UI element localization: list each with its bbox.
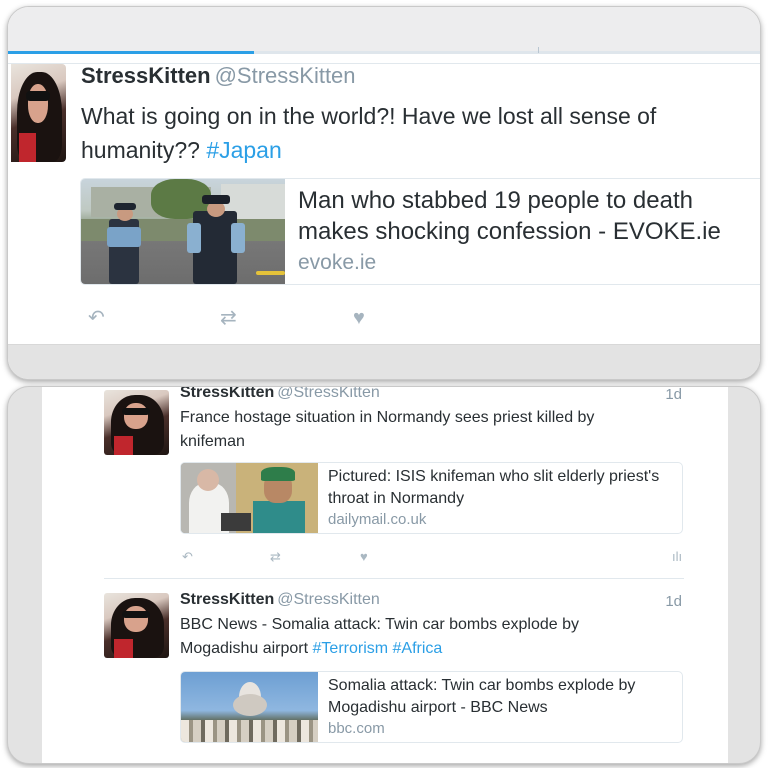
reply-icon[interactable]: ↶ bbox=[88, 307, 105, 329]
tweet-text: France hostage situation in Normandy see… bbox=[180, 409, 595, 450]
author-name[interactable]: StressKitten bbox=[81, 63, 211, 88]
card-title[interactable]: Pictured: ISIS knifeman who slit elderly… bbox=[328, 466, 673, 510]
tweet-author[interactable]: StressKitten @StressKitten bbox=[180, 591, 380, 609]
card-title-line-1[interactable]: Man who stabbed 19 people to death bbox=[298, 185, 760, 216]
tweet-author[interactable]: StressKitten @StressKitten bbox=[180, 387, 380, 402]
stats-icon[interactable]: ılı bbox=[672, 549, 682, 564]
panel-footer bbox=[8, 344, 760, 379]
card-title[interactable]: Man who stabbed 19 people to death makes… bbox=[298, 185, 760, 247]
card-title-line-2[interactable]: makes shocking confession - EVOKE.ie bbox=[298, 216, 760, 247]
avatar[interactable] bbox=[104, 593, 169, 658]
avatar[interactable] bbox=[11, 64, 66, 162]
top-screenshot-panel: StressKitten @StressKitten What is going … bbox=[7, 6, 761, 380]
tweet-text-body: What is going on in the world?! Have we … bbox=[81, 103, 657, 163]
tab-divider bbox=[538, 47, 539, 53]
bottom-screenshot-panel: StressKitten @StressKitten 1d France host… bbox=[7, 386, 761, 764]
tweet[interactable]: StressKitten @StressKitten 1d BBC News - … bbox=[42, 591, 728, 763]
tweet[interactable]: StressKitten @StressKitten 1d France host… bbox=[42, 387, 728, 577]
like-icon[interactable]: ♥ bbox=[360, 549, 368, 564]
link-card[interactable]: Somalia attack: Twin car bombs explode b… bbox=[180, 671, 683, 743]
card-domain: evoke.ie bbox=[298, 251, 377, 274]
timeline: StressKitten @StressKitten 1d France host… bbox=[42, 387, 728, 763]
card-domain: bbc.com bbox=[328, 720, 385, 737]
card-domain: dailymail.co.uk bbox=[328, 511, 427, 528]
hashtag-link[interactable]: #Africa bbox=[393, 640, 443, 657]
top-header-bar bbox=[8, 7, 760, 51]
tweet-timestamp[interactable]: 1d bbox=[665, 387, 682, 403]
link-card[interactable]: Pictured: ISIS knifeman who slit elderly… bbox=[180, 462, 683, 534]
tweet-text: BBC News - Somalia attack: Twin car bomb… bbox=[180, 613, 660, 661]
avatar[interactable] bbox=[104, 390, 169, 455]
link-card[interactable]: Man who stabbed 19 people to death makes… bbox=[80, 178, 760, 285]
author-name[interactable]: StressKitten bbox=[180, 387, 274, 401]
reply-icon[interactable]: ↶ bbox=[182, 549, 193, 565]
author-handle[interactable]: @StressKitten bbox=[277, 387, 380, 401]
author-name[interactable]: StressKitten bbox=[180, 591, 274, 608]
card-thumbnail bbox=[81, 179, 285, 284]
tweet-author[interactable]: StressKitten @StressKitten bbox=[81, 63, 356, 89]
tweet-timestamp[interactable]: 1d bbox=[665, 593, 682, 610]
hashtag-link[interactable]: #Terrorism bbox=[313, 640, 389, 657]
hashtag-link[interactable]: #Japan bbox=[206, 137, 281, 163]
retweet-icon[interactable]: ⇄ bbox=[270, 549, 281, 565]
card-thumbnail bbox=[181, 463, 318, 533]
tab-indicator-active[interactable] bbox=[8, 51, 254, 54]
card-title[interactable]: Somalia attack: Twin car bombs explode b… bbox=[328, 675, 673, 719]
tweet-actions: ↶ ⇄ ♥ ılı bbox=[182, 549, 682, 567]
retweet-icon[interactable]: ⇄ bbox=[220, 307, 237, 329]
tweet-text: What is going on in the world?! Have we … bbox=[81, 99, 751, 167]
tweet-divider bbox=[104, 578, 684, 579]
card-thumbnail bbox=[181, 672, 318, 742]
author-handle[interactable]: @StressKitten bbox=[277, 591, 380, 608]
author-handle[interactable]: @StressKitten bbox=[215, 63, 356, 88]
like-icon[interactable]: ♥ bbox=[353, 307, 365, 329]
